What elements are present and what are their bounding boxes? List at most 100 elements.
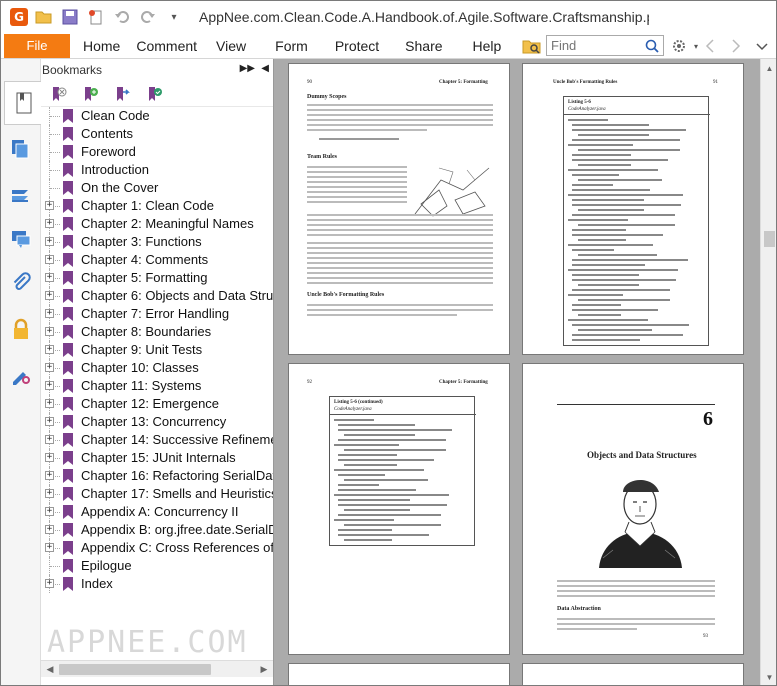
bookmark-item[interactable]: + Chapter 16: Refactoring SerialDate: [41, 467, 273, 485]
ribbon-collapse-icon[interactable]: [753, 37, 771, 55]
file-tab[interactable]: File: [4, 33, 70, 58]
page-92[interactable]: 92 Chapter 5: Formatting Listing 5-6 (co…: [288, 363, 510, 655]
tab-protect[interactable]: Protect: [335, 34, 379, 58]
expand-toggle-icon[interactable]: +: [45, 345, 54, 354]
bookmark-item[interactable]: + Appendix B: org.jfree.date.SerialDa: [41, 521, 273, 539]
tab-share[interactable]: Share: [405, 34, 442, 58]
scroll-down-arrow-icon[interactable]: ▼: [764, 672, 775, 683]
bookmark-item[interactable]: + Chapter 15: JUnit Internals: [41, 449, 273, 467]
bookmark-item[interactable]: + Chapter 4: Comments: [41, 251, 273, 269]
page-90[interactable]: 90 Chapter 5: Formatting Dummy Scopes Te…: [288, 63, 510, 355]
bookmarks-panel-button[interactable]: [4, 81, 42, 125]
expand-toggle-icon[interactable]: +: [45, 453, 54, 462]
comments-panel-button[interactable]: [5, 223, 37, 255]
page-93[interactable]: 6 Objects and Data Structures Data Abstr…: [522, 363, 744, 655]
expand-toggle-icon[interactable]: +: [45, 435, 54, 444]
document-vertical-scrollbar[interactable]: ▲ ▼: [760, 59, 776, 685]
bookmark-item[interactable]: + Chapter 3: Functions: [41, 233, 273, 251]
undo-icon[interactable]: [111, 6, 133, 28]
expand-toggle-icon[interactable]: +: [45, 507, 54, 516]
bookmark-flag-icon: [63, 163, 73, 177]
app-logo[interactable]: G: [9, 7, 29, 27]
tab-help[interactable]: Help: [473, 34, 502, 58]
tab-home[interactable]: Home: [83, 34, 120, 58]
tab-comment[interactable]: Comment: [136, 34, 197, 58]
panel-options-icon[interactable]: ▶▶: [240, 63, 255, 74]
expand-toggle-icon[interactable]: +: [45, 327, 54, 336]
bookmark-item[interactable]: + Chapter 6: Objects and Data Struc: [41, 287, 273, 305]
move-bookmark-icon[interactable]: [115, 86, 131, 102]
bookmark-item[interactable]: On the Cover: [41, 179, 273, 197]
bookmark-item[interactable]: + Chapter 2: Meaningful Names: [41, 215, 273, 233]
settings-gear-icon[interactable]: [670, 37, 688, 55]
bookmark-item[interactable]: + Appendix A: Concurrency II: [41, 503, 273, 521]
bookmark-item[interactable]: + Chapter 8: Boundaries: [41, 323, 273, 341]
expand-toggle-icon[interactable]: +: [45, 237, 54, 246]
panel-hide-icon[interactable]: ◀: [261, 63, 269, 74]
search-folder-icon[interactable]: [522, 36, 542, 56]
document-view[interactable]: 90 Chapter 5: Formatting Dummy Scopes Te…: [273, 59, 760, 685]
open-folder-icon[interactable]: [33, 6, 55, 28]
bookmark-item[interactable]: + Chapter 12: Emergence: [41, 395, 273, 413]
new-document-icon[interactable]: [85, 6, 107, 28]
bookmark-item[interactable]: Introduction: [41, 161, 273, 179]
scroll-up-arrow-icon[interactable]: ▲: [764, 63, 775, 74]
expand-toggle-icon[interactable]: +: [45, 381, 54, 390]
layers-panel-button[interactable]: [5, 179, 37, 211]
bookmark-item[interactable]: + Chapter 9: Unit Tests: [41, 341, 273, 359]
expand-toggle-icon[interactable]: +: [45, 399, 54, 408]
expand-toggle-icon[interactable]: +: [45, 489, 54, 498]
scroll-thumb[interactable]: [764, 231, 775, 247]
scroll-left-arrow-icon[interactable]: ◀: [43, 663, 57, 676]
text-line: [557, 580, 715, 582]
find-input[interactable]: [547, 36, 643, 55]
bookmark-properties-icon[interactable]: [147, 86, 163, 102]
bookmark-item[interactable]: + Chapter 1: Clean Code: [41, 197, 273, 215]
expand-toggle-icon[interactable]: +: [45, 363, 54, 372]
bookmark-item[interactable]: + Index: [41, 575, 273, 593]
expand-toggle-icon[interactable]: +: [45, 219, 54, 228]
page-94[interactable]: [288, 663, 510, 685]
bookmark-item[interactable]: + Chapter 14: Successive Refinemen: [41, 431, 273, 449]
previous-view-icon[interactable]: [701, 37, 719, 55]
bookmark-item[interactable]: + Chapter 5: Formatting: [41, 269, 273, 287]
bookmark-item[interactable]: + Chapter 13: Concurrency: [41, 413, 273, 431]
add-bookmark-icon[interactable]: [83, 86, 99, 102]
expand-toggle-icon[interactable]: +: [45, 417, 54, 426]
tab-view[interactable]: View: [216, 34, 246, 58]
save-icon[interactable]: [59, 6, 81, 28]
bookmark-item[interactable]: Contents: [41, 125, 273, 143]
expand-toggle-icon[interactable]: +: [45, 579, 54, 588]
page-91[interactable]: Uncle Bob's Formatting Rules 91 Listing …: [522, 63, 744, 355]
scroll-right-arrow-icon[interactable]: ▶: [257, 663, 271, 676]
quick-access-dropdown-icon[interactable]: ▾: [163, 6, 185, 28]
expand-toggle-icon[interactable]: +: [45, 309, 54, 318]
search-icon[interactable]: [643, 37, 661, 55]
expand-toggle-icon[interactable]: +: [45, 543, 54, 552]
bookmark-item[interactable]: + Chapter 10: Classes: [41, 359, 273, 377]
tab-form[interactable]: Form: [275, 34, 308, 58]
bookmark-item[interactable]: Epilogue: [41, 557, 273, 575]
bookmark-item[interactable]: Clean Code: [41, 107, 273, 125]
bookmark-item[interactable]: + Chapter 7: Error Handling: [41, 305, 273, 323]
expand-toggle-icon[interactable]: +: [45, 525, 54, 534]
expand-toggle-icon[interactable]: +: [45, 255, 54, 264]
expand-toggle-icon[interactable]: +: [45, 471, 54, 480]
bookmark-item[interactable]: + Chapter 17: Smells and Heuristics: [41, 485, 273, 503]
page-95[interactable]: [522, 663, 744, 685]
bookmark-item[interactable]: + Chapter 11: Systems: [41, 377, 273, 395]
bookmark-item[interactable]: Foreword: [41, 143, 273, 161]
expand-toggle-icon[interactable]: +: [45, 201, 54, 210]
signature-panel-button[interactable]: [5, 359, 37, 391]
scroll-thumb[interactable]: [59, 664, 211, 675]
attachments-panel-button[interactable]: [5, 267, 37, 299]
delete-bookmark-icon[interactable]: [51, 86, 67, 102]
security-lock-icon[interactable]: [5, 313, 37, 345]
expand-toggle-icon[interactable]: +: [45, 291, 54, 300]
redo-icon[interactable]: [137, 6, 159, 28]
next-view-icon[interactable]: [727, 37, 745, 55]
bookmarks-horizontal-scrollbar[interactable]: ◀ ▶: [41, 660, 273, 677]
expand-toggle-icon[interactable]: +: [45, 273, 54, 282]
bookmark-item[interactable]: + Appendix C: Cross References of H: [41, 539, 273, 557]
pages-panel-button[interactable]: [5, 133, 37, 165]
